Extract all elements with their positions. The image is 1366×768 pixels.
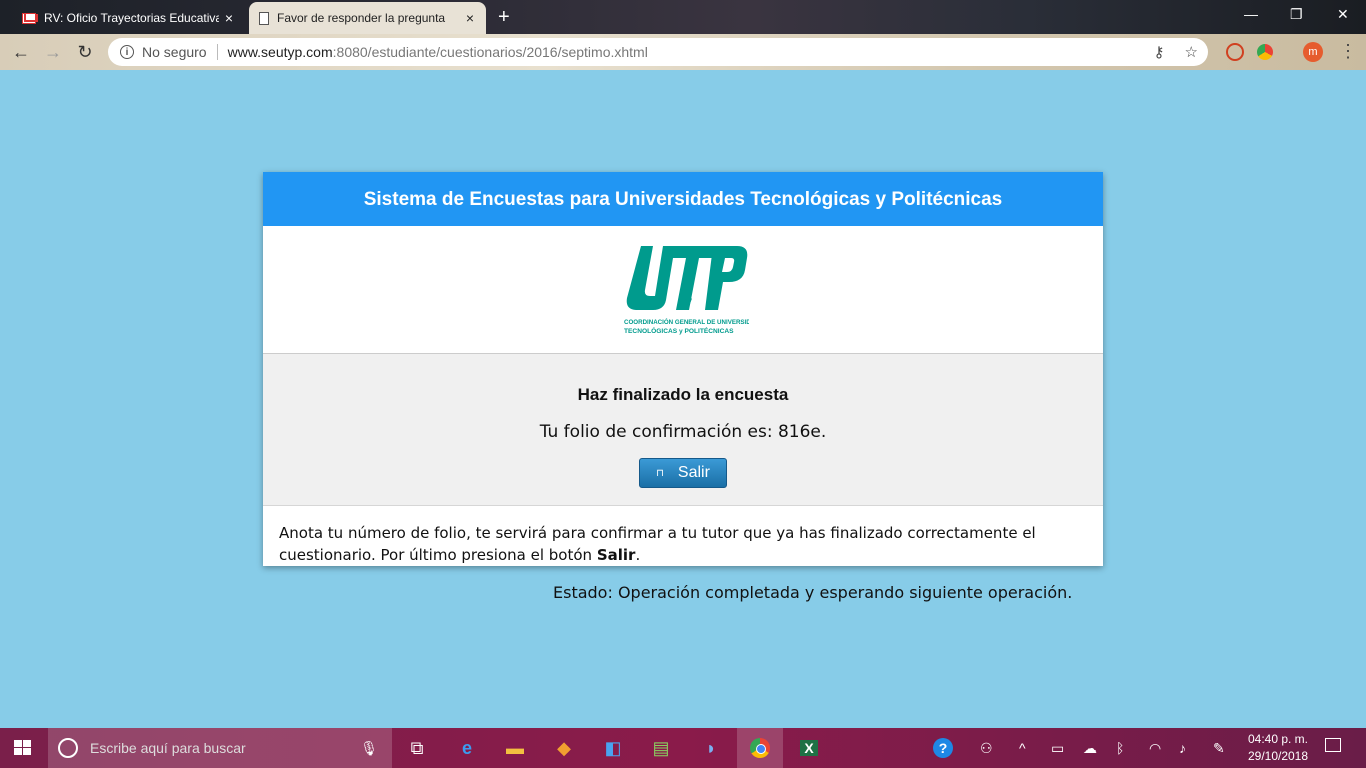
folio-text: Tu folio de confirmación es: 816e. bbox=[539, 422, 827, 442]
people-icon[interactable]: ⚇ bbox=[980, 740, 993, 757]
exit-door-icon: ⊓ bbox=[656, 467, 664, 479]
instructions-suffix: . bbox=[635, 546, 641, 564]
logo-line-1: COORDINACIÓN GENERAL DE UNIVERSIDADES bbox=[624, 318, 749, 326]
app-icon[interactable]: ◆ bbox=[541, 728, 587, 768]
reload-icon[interactable]: ↻ bbox=[74, 41, 96, 63]
new-tab-button[interactable]: + bbox=[498, 6, 510, 29]
gmail-icon bbox=[22, 12, 38, 24]
onedrive-icon[interactable]: ☁ bbox=[1083, 740, 1097, 757]
clock-date: 29/10/2018 bbox=[1247, 749, 1309, 763]
tab-survey[interactable]: Favor de responder la pregunta × bbox=[249, 2, 486, 34]
key-icon[interactable]: ⚷ bbox=[1154, 43, 1165, 61]
result-panel: Haz finalizado la encuesta Tu folio de c… bbox=[263, 354, 1103, 506]
restore-button[interactable]: ❐ bbox=[1290, 6, 1303, 23]
dolphin-app-icon[interactable]: ◗ bbox=[688, 728, 734, 768]
chart-app-icon[interactable]: ▤ bbox=[638, 728, 684, 768]
page-title: Sistema de Encuestas para Universidades … bbox=[263, 172, 1103, 226]
logo-area: y COORDINACIÓN GENERAL DE UNIVERSIDADES … bbox=[263, 226, 1103, 354]
salir-button[interactable]: ⊓ Salir bbox=[639, 458, 727, 488]
status-text: Estado: Operación completada y esperando… bbox=[553, 583, 1073, 602]
microphone-icon[interactable]: 🎙 bbox=[360, 740, 378, 757]
tab-gmail[interactable]: RV: Oficio Trayectorias Educativa × bbox=[8, 2, 245, 34]
document-icon bbox=[259, 11, 269, 25]
clock-time: 04:40 p. m. bbox=[1247, 732, 1309, 746]
star-icon[interactable]: ☆ bbox=[1185, 43, 1198, 61]
logo-y-letter: y bbox=[685, 293, 692, 309]
forward-arrow-icon[interactable]: → bbox=[42, 41, 64, 63]
instructions: Anota tu número de folio, te servirá par… bbox=[263, 506, 1103, 566]
edge-icon[interactable]: e bbox=[444, 728, 490, 768]
divider bbox=[216, 44, 218, 60]
bluetooth-icon[interactable]: ᛒ bbox=[1116, 740, 1124, 756]
url-path[interactable]: :8080/estudiante/cuestionarios/2016/sept… bbox=[333, 44, 648, 60]
task-view-icon[interactable]: ⧉ bbox=[394, 728, 440, 768]
file-explorer-icon[interactable]: ▬ bbox=[492, 728, 538, 768]
salir-label: Salir bbox=[677, 464, 710, 481]
search-placeholder: Escribe aquí para buscar bbox=[90, 740, 246, 756]
windows-taskbar: Escribe aquí para buscar 🎙 ⧉ e ▬ ◆ ◧ ▤ ◗… bbox=[0, 728, 1366, 768]
browser-tab-strip: RV: Oficio Trayectorias Educativa × Favo… bbox=[0, 0, 1366, 34]
help-icon[interactable]: ? bbox=[933, 738, 953, 758]
survey-card: Sistema de Encuestas para Universidades … bbox=[263, 172, 1103, 566]
avatar[interactable]: m bbox=[1303, 42, 1323, 62]
clock[interactable]: 04:40 p. m. 29/10/2018 bbox=[1238, 731, 1318, 765]
cortana-icon[interactable] bbox=[58, 738, 78, 758]
result-title: Haz finalizado la encuesta bbox=[577, 385, 789, 404]
instructions-text: Anota tu número de folio, te servirá par… bbox=[279, 524, 1036, 564]
security-label[interactable]: No seguro bbox=[142, 44, 207, 60]
chevron-up-icon[interactable]: ^ bbox=[1019, 740, 1026, 756]
instructions-bold: Salir bbox=[596, 546, 636, 564]
url-host[interactable]: www.seutyp.com bbox=[228, 44, 333, 60]
extension-icon[interactable] bbox=[1226, 43, 1244, 61]
notification-icon[interactable] bbox=[1325, 738, 1341, 752]
address-bar[interactable]: i No seguro www.seutyp.com:8080/estudian… bbox=[108, 38, 1208, 66]
close-window-button[interactable]: ✕ bbox=[1337, 6, 1349, 23]
wifi-icon[interactable]: ◠ bbox=[1149, 740, 1161, 757]
windows-start-icon[interactable] bbox=[14, 740, 32, 756]
battery-icon[interactable]: ▭ bbox=[1051, 740, 1064, 757]
utyp-logo: y COORDINACIÓN GENERAL DE UNIVERSIDADES … bbox=[624, 246, 749, 335]
tab-title: Favor de responder la pregunta bbox=[277, 11, 446, 25]
volume-icon[interactable]: ♪ bbox=[1179, 740, 1186, 756]
chrome-icon[interactable] bbox=[737, 728, 783, 768]
excel-icon[interactable]: X bbox=[786, 728, 832, 768]
browser-toolbar: ← → ↻ i No seguro www.seutyp.com:8080/es… bbox=[0, 34, 1366, 70]
info-icon[interactable]: i bbox=[120, 45, 134, 59]
taskbar-search-input[interactable]: Escribe aquí para buscar 🎙 bbox=[48, 728, 392, 768]
back-arrow-icon[interactable]: ← bbox=[10, 41, 32, 63]
close-tab-icon[interactable]: × bbox=[460, 10, 480, 26]
logo-line-2: TECNOLÓGICAS y POLITÉCNICAS bbox=[624, 326, 734, 335]
minimize-button[interactable]: — bbox=[1244, 6, 1258, 22]
vscode-icon[interactable]: ◧ bbox=[590, 728, 636, 768]
tab-title: RV: Oficio Trayectorias Educativa bbox=[44, 11, 219, 25]
pen-icon[interactable]: ✎ bbox=[1213, 740, 1225, 757]
extension-icon[interactable] bbox=[1257, 44, 1273, 60]
menu-icon[interactable]: ⋮ bbox=[1339, 41, 1357, 62]
close-tab-icon[interactable]: × bbox=[219, 10, 239, 26]
